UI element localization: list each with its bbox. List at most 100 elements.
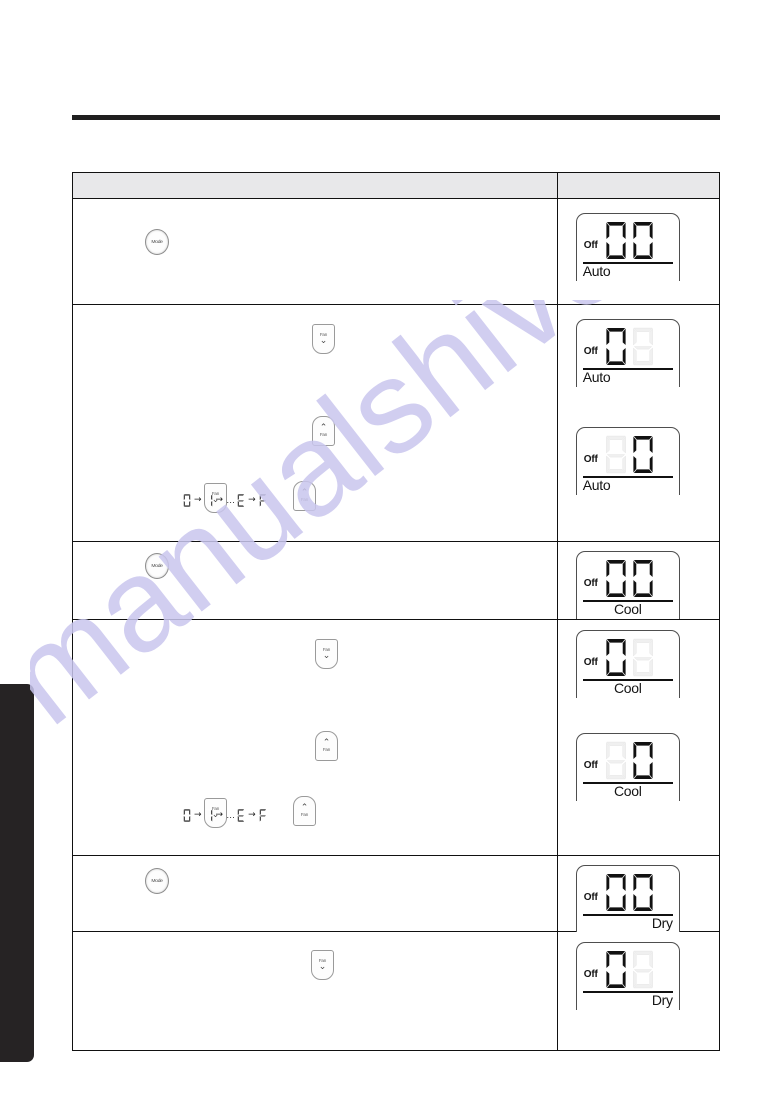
lcd-digit-right xyxy=(631,327,655,366)
lcd-digit-left xyxy=(604,638,628,677)
action-cell: Mode xyxy=(72,198,558,305)
lcd-off-label: Off xyxy=(583,454,598,465)
display-cell: Off Dry xyxy=(556,855,721,933)
table-header-row xyxy=(72,172,721,199)
arrow-right-icon: → xyxy=(248,495,256,505)
lcd-mode-label: Auto xyxy=(582,263,611,279)
lcd-digit-left xyxy=(604,741,628,780)
lcd-digit-right xyxy=(631,435,655,474)
lcd-digits xyxy=(604,741,655,780)
fan-speed-sequence: → →… → xyxy=(183,809,267,822)
chevron-up-icon: ⌃ xyxy=(319,422,328,433)
mode-button-label: Mode xyxy=(151,239,163,245)
header-cell-display xyxy=(556,172,721,199)
fan-button-label: Fan xyxy=(319,431,328,437)
lcd-display: Off Auto xyxy=(575,427,680,495)
fan-up-button[interactable]: ⌃ Fan xyxy=(293,796,316,826)
lcd-digits xyxy=(604,559,655,598)
fan-button-label: Fan xyxy=(322,746,331,752)
lcd-off-label: Off xyxy=(583,346,598,357)
display-cell: Off Auto xyxy=(556,198,721,305)
table-body: Mode Off Auto Fan ⌄ ⌃ Fan Fan ⌄ ⌃ Fan → →… → Off Auto Of… xyxy=(72,172,721,1051)
fan-down-button[interactable]: Fan ⌄ xyxy=(315,639,338,669)
arrow-right-icon: → xyxy=(194,810,202,820)
fan-up-button[interactable]: ⌃ Fan xyxy=(312,416,335,446)
action-cell: Fan ⌄ xyxy=(72,931,558,1051)
mode-button[interactable]: Mode xyxy=(145,553,169,579)
lcd-off-label: Off xyxy=(583,760,598,771)
lcd-digit-right xyxy=(631,741,655,780)
fan-speed-sequence: → →… → xyxy=(183,494,267,507)
display-cell: Off Auto Off Auto xyxy=(556,304,721,542)
fan-up-button[interactable]: ⌃ Fan xyxy=(315,731,338,761)
action-cell: Mode xyxy=(72,541,558,620)
chevron-up-icon: ⌃ xyxy=(300,802,309,813)
table-row: Mode Off Dry xyxy=(72,855,721,933)
fan-up-button[interactable]: ⌃ Fan xyxy=(293,481,316,511)
lcd-display: Off Cool xyxy=(575,551,680,619)
chevron-down-icon: ⌄ xyxy=(318,962,327,973)
lcd-digit-left xyxy=(604,950,628,989)
mode-button-label: Mode xyxy=(151,878,163,884)
lcd-display: Off Cool xyxy=(575,630,680,698)
lcd-digit-right xyxy=(631,638,655,677)
manual-page: manualshive.com ModeOffAutoFan⌄⌃FanFan⌄⌃… xyxy=(0,0,777,1096)
chevron-down-icon: ⌄ xyxy=(322,651,331,662)
fan-down-button[interactable]: Fan ⌄ xyxy=(312,324,335,354)
chevron-down-icon: ⌄ xyxy=(319,336,328,347)
lcd-digit-left xyxy=(604,327,628,366)
lcd-digit-right xyxy=(631,221,655,260)
lcd-digits xyxy=(604,950,655,989)
arrow-right-icon: → xyxy=(248,810,256,820)
arrow-right-icon: → xyxy=(194,495,202,505)
lcd-display: Off Dry xyxy=(575,865,680,933)
lcd-display: Off Auto xyxy=(575,213,680,281)
arrow-right-icon: → xyxy=(215,495,224,505)
lcd-mode-label: Dry xyxy=(651,915,673,931)
lcd-off-label: Off xyxy=(583,969,598,980)
lcd-off-label: Off xyxy=(583,892,598,903)
action-cell: Fan ⌄ ⌃ Fan Fan ⌄ ⌃ Fan → →… → xyxy=(72,619,558,856)
table-row: Fan ⌄ ⌃ Fan Fan ⌄ ⌃ Fan → →… → Off Auto Off Auto xyxy=(72,304,721,542)
lcd-mode-label: Cool xyxy=(613,783,642,799)
lcd-digit-left xyxy=(604,435,628,474)
fan-button-label: Fan xyxy=(300,496,309,502)
lcd-digit-right xyxy=(631,873,655,912)
lcd-digits xyxy=(604,638,655,677)
fan-button-label: Fan xyxy=(300,811,309,817)
lcd-digit-left xyxy=(604,559,628,598)
action-cell: Mode xyxy=(72,855,558,932)
mode-button[interactable]: Mode xyxy=(145,229,169,255)
display-cell: Off Cool Off Cool xyxy=(556,619,721,856)
lcd-mode-label: Auto xyxy=(582,369,611,385)
lcd-mode-label: Auto xyxy=(582,477,611,493)
mode-button[interactable]: Mode xyxy=(145,868,169,894)
lcd-digit-right xyxy=(631,950,655,989)
page-side-tab xyxy=(0,684,34,1062)
lcd-mode-label: Cool xyxy=(613,680,642,696)
lcd-digit-right xyxy=(631,559,655,598)
sequence-digit xyxy=(259,809,267,822)
display-cell: Off Cool xyxy=(556,541,721,620)
sequence-digit xyxy=(205,494,213,507)
lcd-display: Off Dry xyxy=(575,942,680,1010)
header-rule xyxy=(72,115,720,120)
lcd-digits xyxy=(604,873,655,912)
fan-down-button[interactable]: Fan ⌄ xyxy=(311,950,334,980)
chevron-up-icon: ⌃ xyxy=(300,487,309,498)
procedure-table: Mode Off Auto Fan ⌄ ⌃ Fan Fan ⌄ ⌃ Fan → →… → Off Auto Of… xyxy=(72,172,721,1051)
action-cell: Fan ⌄ ⌃ Fan Fan ⌄ ⌃ Fan → →… → xyxy=(72,304,558,542)
lcd-off-label: Off xyxy=(583,657,598,668)
table-row: Mode Off Auto xyxy=(72,198,721,305)
table-row: Fan ⌄ ⌃ Fan Fan ⌄ ⌃ Fan → →… → Off Cool Off Cool xyxy=(72,619,721,856)
sequence-digit xyxy=(205,809,213,822)
lcd-digits xyxy=(604,221,655,260)
lcd-digits xyxy=(604,435,655,474)
lcd-mode-label: Dry xyxy=(651,992,673,1008)
sequence-digit xyxy=(237,494,245,507)
chevron-up-icon: ⌃ xyxy=(322,737,331,748)
lcd-digit-left xyxy=(604,221,628,260)
lcd-display: Off Cool xyxy=(575,733,680,801)
mode-button-label: Mode xyxy=(151,563,163,569)
table-row: Fan ⌄ Off Dry xyxy=(72,931,721,1051)
